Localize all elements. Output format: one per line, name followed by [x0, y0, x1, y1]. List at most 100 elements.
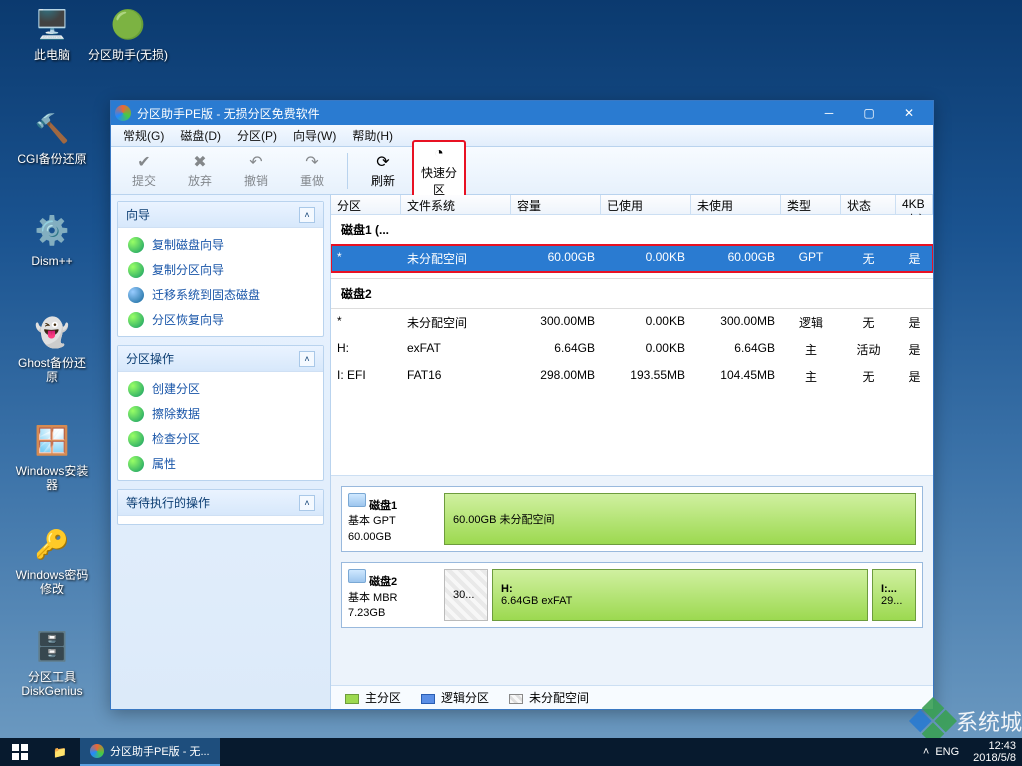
- desktop-glyph-icon: ⚙️: [32, 210, 72, 250]
- sidebar-item-label: 迁移系统到固态磁盘: [152, 286, 260, 303]
- desktop-icon[interactable]: ⚙️ Dism++: [12, 210, 92, 268]
- sidebar-item-icon: [128, 237, 144, 253]
- desktop-icon[interactable]: 🗄️ 分区工具DiskGenius: [12, 626, 92, 699]
- desktop-icon-label: Windows密码修改: [12, 568, 92, 597]
- sidebar-item-icon: [128, 456, 144, 472]
- legend: 主分区 逻辑分区 未分配空间: [331, 685, 933, 709]
- legend-item: 未分配空间: [509, 689, 589, 706]
- legend-swatch: [509, 694, 523, 704]
- partition-row[interactable]: H:exFAT6.64GB0.00KB6.64GB主活动是: [331, 336, 933, 363]
- partition-segment[interactable]: 60.00GB 未分配空间: [444, 493, 916, 545]
- sidebar-item[interactable]: 创建分区: [118, 376, 323, 401]
- maximize-button[interactable]: ▢: [849, 101, 889, 125]
- toolbar-label: 重做: [286, 172, 338, 189]
- column-header-cell[interactable]: 容量: [511, 195, 601, 214]
- sidebar-item-label: 创建分区: [152, 380, 200, 397]
- legend-item: 主分区: [345, 689, 401, 706]
- sidebar-item[interactable]: 属性: [118, 451, 323, 476]
- desktop-icon-label: Dism++: [12, 254, 92, 268]
- sidebar-item-label: 属性: [152, 455, 176, 472]
- panel-header[interactable]: 分区操作˄: [118, 346, 323, 372]
- desktop-icon[interactable]: 🔑 Windows密码修改: [12, 524, 92, 597]
- toolbar-button-快速分区[interactable]: ◔ 快速分区: [412, 140, 466, 202]
- window-title: 分区助手PE版 - 无损分区免费软件: [137, 105, 320, 122]
- tray-up-icon[interactable]: ˄: [923, 746, 929, 758]
- partition-segment[interactable]: 30...: [444, 569, 488, 621]
- toolbar-button-提交: ✔ 提交: [117, 149, 171, 192]
- panel-header[interactable]: 向导˄: [118, 202, 323, 228]
- system-tray[interactable]: ˄ ENG: [915, 746, 967, 758]
- disk-header[interactable]: 磁盘2: [331, 278, 933, 309]
- desktop-glyph-icon: 🪟: [32, 420, 72, 460]
- sidebar-item[interactable]: 擦除数据: [118, 401, 323, 426]
- desktop-icon-label: 分区工具DiskGenius: [12, 670, 92, 699]
- menubar: 常规(G)磁盘(D)分区(P)向导(W)帮助(H): [111, 125, 933, 147]
- sidebar-item[interactable]: 迁移系统到固态磁盘: [118, 282, 323, 307]
- legend-item: 逻辑分区: [421, 689, 489, 706]
- toolbar-label: 撤销: [230, 172, 282, 189]
- desktop-glyph-icon: 🗄️: [32, 626, 72, 666]
- menu-item[interactable]: 分区(P): [229, 125, 285, 146]
- desktop-icon[interactable]: 🪟 Windows安装器: [12, 420, 92, 493]
- partition-row[interactable]: *未分配空间300.00MB0.00KB300.00MB逻辑无是: [331, 309, 933, 336]
- sidebar-item-label: 分区恢复向导: [152, 311, 224, 328]
- disk-header[interactable]: 磁盘1 (...: [331, 215, 933, 245]
- sidebar-item-label: 擦除数据: [152, 405, 200, 422]
- disk-icon: [348, 493, 366, 507]
- close-button[interactable]: ✕: [889, 101, 929, 125]
- desktop-glyph-icon: 🟢: [108, 4, 148, 44]
- column-header-cell[interactable]: 分区: [331, 195, 401, 214]
- desktop-icon[interactable]: 🔨 CGI备份还原: [12, 108, 92, 166]
- column-header-cell[interactable]: 状态: [841, 195, 896, 214]
- menu-item[interactable]: 常规(G): [115, 125, 172, 146]
- sidebar-item[interactable]: 分区恢复向导: [118, 307, 323, 332]
- desktop-icon[interactable]: 👻 Ghost备份还原: [12, 312, 92, 385]
- titlebar[interactable]: 分区助手PE版 - 无损分区免费软件 ─ ▢ ✕: [111, 101, 933, 125]
- menu-item[interactable]: 磁盘(D): [172, 125, 229, 146]
- partition-segment[interactable]: I:...29...: [872, 569, 916, 621]
- toolbar-button-刷新[interactable]: ⟳ 刷新: [356, 149, 410, 192]
- legend-swatch: [421, 694, 435, 704]
- toolbar-label: 放弃: [174, 172, 226, 189]
- disk-bars: 磁盘1基本 GPT60.00GB60.00GB 未分配空间 磁盘2基本 MBR7…: [331, 475, 933, 685]
- partition-row[interactable]: I: EFIFAT16298.00MB193.55MB104.45MB主无是: [331, 363, 933, 390]
- taskbar-clock[interactable]: 12:43 2018/5/8: [967, 740, 1022, 764]
- legend-swatch: [345, 694, 359, 704]
- partition-list: 磁盘1 (...*未分配空间60.00GB0.00KB60.00GBGPT无是磁…: [331, 215, 933, 475]
- chevron-up-icon[interactable]: ˄: [299, 351, 315, 367]
- taskbar-explorer-icon[interactable]: 📁: [40, 738, 80, 766]
- desktop-icon-label: 分区助手(无损): [88, 48, 168, 62]
- disk-info[interactable]: 磁盘2基本 MBR7.23GB: [348, 569, 434, 621]
- disk-info[interactable]: 磁盘1基本 GPT60.00GB: [348, 493, 434, 545]
- toolbar-label: 快速分区: [416, 164, 462, 198]
- toolbar-icon: ↷: [286, 152, 338, 172]
- chevron-up-icon[interactable]: ˄: [299, 495, 315, 511]
- toolbar-icon: ✔: [118, 152, 170, 172]
- partition-segment[interactable]: H:6.64GB exFAT: [492, 569, 868, 621]
- desktop-icon[interactable]: 🖥️ 此电脑: [12, 4, 92, 62]
- sidebar-item[interactable]: 复制分区向导: [118, 257, 323, 282]
- start-button[interactable]: [0, 738, 40, 766]
- column-header: 分区文件系统容量已使用未使用类型状态4KB对齐: [331, 195, 933, 215]
- sidebar-item[interactable]: 复制磁盘向导: [118, 232, 323, 257]
- tray-lang[interactable]: ENG: [935, 746, 959, 758]
- desktop-glyph-icon: 👻: [32, 312, 72, 352]
- menu-item[interactable]: 向导(W): [285, 125, 344, 146]
- minimize-button[interactable]: ─: [809, 101, 849, 125]
- column-header-cell[interactable]: 未使用: [691, 195, 781, 214]
- column-header-cell[interactable]: 类型: [781, 195, 841, 214]
- column-header-cell[interactable]: 文件系统: [401, 195, 511, 214]
- toolbar-icon: ✖: [174, 152, 226, 172]
- desktop-icon-label: 此电脑: [12, 48, 92, 62]
- desktop-icon[interactable]: 🟢 分区助手(无损): [88, 4, 168, 62]
- sidebar-item-label: 检查分区: [152, 430, 200, 447]
- menu-item[interactable]: 帮助(H): [344, 125, 401, 146]
- taskbar-task[interactable]: 分区助手PE版 - 无...: [80, 738, 220, 766]
- column-header-cell[interactable]: 已使用: [601, 195, 691, 214]
- sidebar-item-icon: [128, 431, 144, 447]
- column-header-cell[interactable]: 4KB对齐: [896, 195, 933, 214]
- panel-header[interactable]: 等待执行的操作˄: [118, 490, 323, 516]
- sidebar-item[interactable]: 检查分区: [118, 426, 323, 451]
- chevron-up-icon[interactable]: ˄: [299, 207, 315, 223]
- partition-row[interactable]: *未分配空间60.00GB0.00KB60.00GBGPT无是: [331, 245, 933, 272]
